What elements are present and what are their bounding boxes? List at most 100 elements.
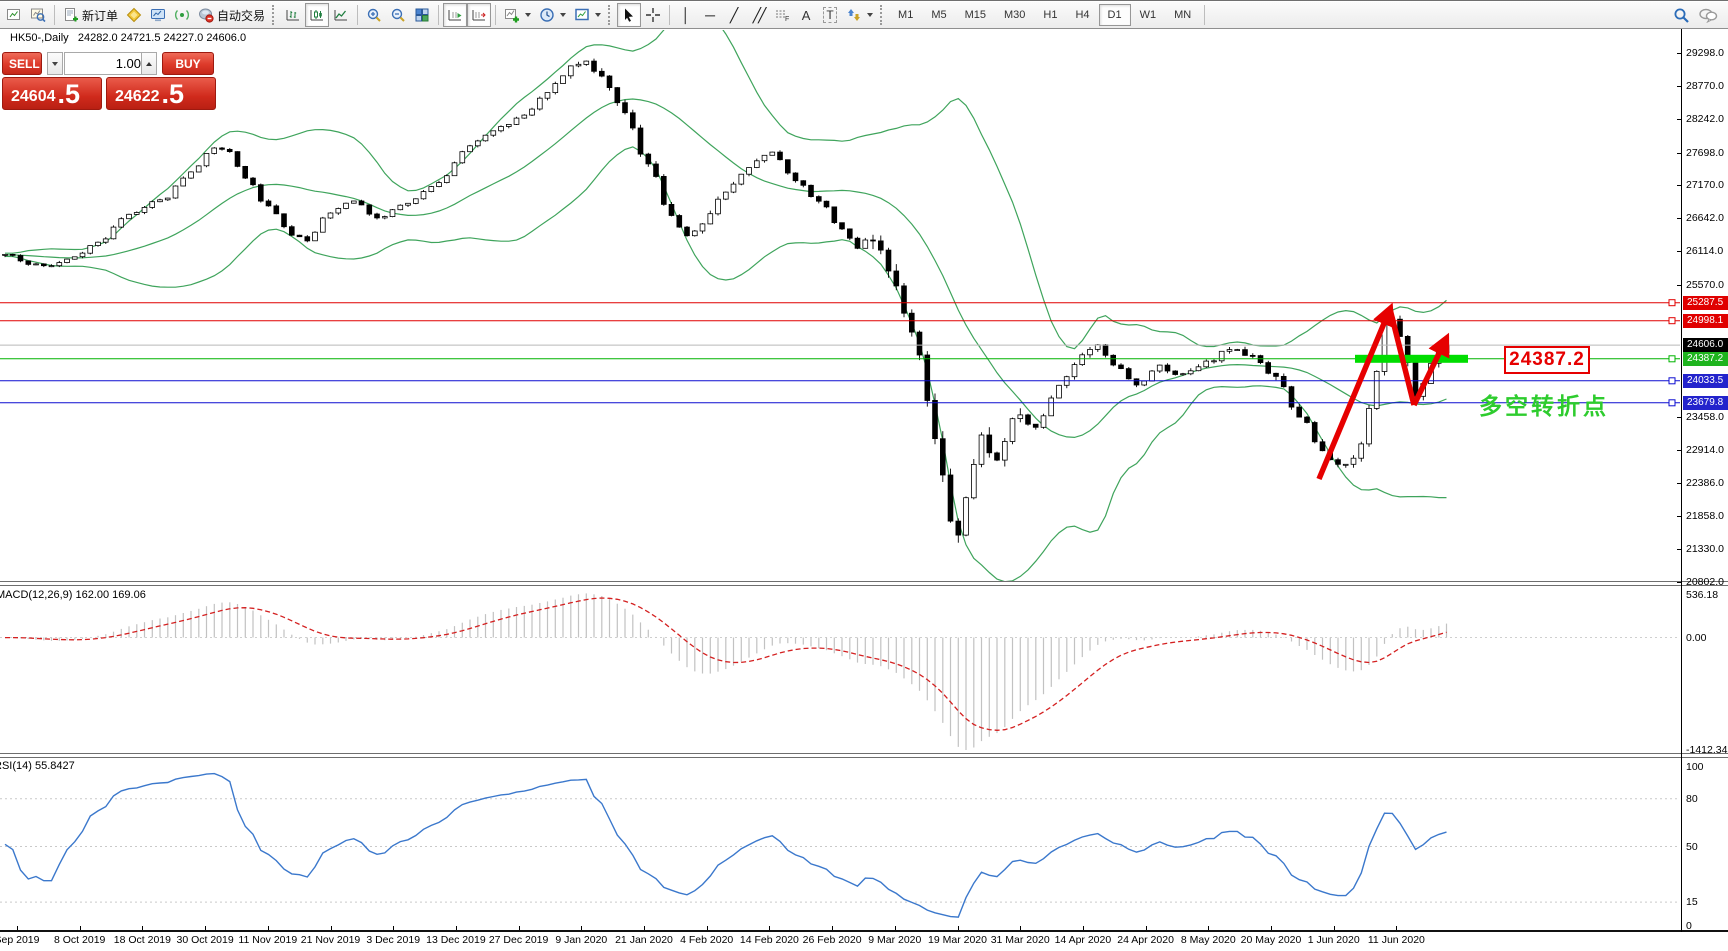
zoom-out-icon xyxy=(390,7,406,23)
date-tick-mark xyxy=(456,926,457,930)
timeframe-mn-button[interactable]: MN xyxy=(1165,4,1200,26)
periods-button[interactable] xyxy=(535,3,570,27)
timeframe-w1-button[interactable]: W1 xyxy=(1131,4,1166,26)
new-order-button[interactable]: 新订单 xyxy=(59,3,122,27)
zoom-in-button[interactable] xyxy=(362,3,386,27)
timeframe-h1-button[interactable]: H1 xyxy=(1034,4,1066,26)
chart-shift-button[interactable] xyxy=(467,3,491,27)
timeframe-m15-button[interactable]: M15 xyxy=(956,4,995,26)
price-level-tag: 23679.8 xyxy=(1683,396,1728,410)
timeframe-d1-button[interactable]: D1 xyxy=(1099,4,1131,26)
search-button[interactable] xyxy=(1669,3,1694,27)
buy-price-button[interactable]: 24622 .5 xyxy=(106,77,216,110)
shapes-button[interactable] xyxy=(842,3,877,27)
fibonacci-button[interactable]: F xyxy=(770,3,794,27)
price-tick-mark xyxy=(1677,185,1681,186)
bar-chart-button[interactable] xyxy=(281,3,305,27)
vertical-line-button[interactable]: │ xyxy=(674,3,698,27)
trendline-button[interactable]: ╱ xyxy=(722,3,746,27)
price-callout-box[interactable]: 24387.2 xyxy=(1504,346,1590,374)
annotation-note-text[interactable]: 多空转折点 xyxy=(1479,387,1609,421)
candlestick-chart-icon xyxy=(309,7,325,23)
date-tick-mark xyxy=(581,926,582,930)
strategy-tester-button[interactable] xyxy=(170,3,194,27)
price-tick-mark xyxy=(1677,53,1681,54)
terminal-button[interactable] xyxy=(146,3,170,27)
price-tick-label: 26114.0 xyxy=(1686,245,1723,257)
date-label: 11 Jun 2020 xyxy=(1368,934,1425,946)
new-order-label: 新订单 xyxy=(82,7,118,24)
sell-price-button[interactable]: 24604 .5 xyxy=(2,77,102,110)
timeframe-m1-button[interactable]: M1 xyxy=(889,4,922,26)
search-icon xyxy=(1673,7,1690,24)
volume-input[interactable] xyxy=(64,52,148,75)
autoscroll-icon xyxy=(447,7,463,23)
zoom-out-button[interactable] xyxy=(386,3,410,27)
channel-button[interactable]: ╱╱ xyxy=(746,3,770,27)
candlestick-chart-button[interactable] xyxy=(305,3,329,27)
shapes-arrows-icon xyxy=(846,7,862,23)
volume-increase-button[interactable] xyxy=(141,52,157,75)
price-tick-label: 22914.0 xyxy=(1686,444,1724,456)
date-tick-mark xyxy=(1271,926,1272,930)
price-tick-label: 28770.0 xyxy=(1686,80,1724,92)
fibonacci-icon: F xyxy=(774,7,790,23)
timeframe-m30-button[interactable]: M30 xyxy=(995,4,1034,26)
templates-button[interactable] xyxy=(570,3,605,27)
metaeditor-button[interactable] xyxy=(122,3,146,27)
price-tick-mark xyxy=(1677,417,1681,418)
date-label: 9 Mar 2020 xyxy=(868,934,921,946)
tile-windows-button[interactable] xyxy=(410,3,434,27)
price-tick-mark xyxy=(1677,582,1681,583)
price-level-tag: 24033.5 xyxy=(1683,374,1728,388)
rsi-panel-separator[interactable] xyxy=(0,753,1728,758)
line-chart-button[interactable] xyxy=(329,3,353,27)
date-tick-mark xyxy=(142,926,143,930)
price-tick-label: 21330.0 xyxy=(1686,543,1724,555)
date-label: Sep 2019 xyxy=(0,934,39,946)
vertical-line-icon: │ xyxy=(682,8,691,22)
volume-decrease-button[interactable] xyxy=(47,52,63,75)
templates-icon xyxy=(574,7,590,23)
profiles-button[interactable] xyxy=(26,3,50,27)
autotrading-icon xyxy=(198,7,214,23)
toolbar-separator xyxy=(495,5,496,25)
date-label: 13 Dec 2019 xyxy=(426,934,486,946)
timeframe-m5-button[interactable]: M5 xyxy=(922,4,955,26)
rsi-axis-label: 50 xyxy=(1686,841,1698,853)
new-order-icon xyxy=(63,7,79,23)
new-chart-button[interactable] xyxy=(2,3,26,27)
date-label: 14 Feb 2020 xyxy=(740,934,799,946)
periods-clock-icon xyxy=(539,7,555,23)
toolbar-right-group xyxy=(1669,3,1722,27)
macd-panel-separator[interactable] xyxy=(0,581,1728,586)
sell-price-main: 24604 xyxy=(11,86,56,108)
autotrading-label: 自动交易 xyxy=(217,7,265,24)
chart-shift-icon xyxy=(471,7,487,23)
rsi-axis-label: 80 xyxy=(1686,793,1698,805)
spin-up-icon xyxy=(146,62,152,66)
text-button[interactable]: A xyxy=(794,3,818,27)
indicators-button[interactable] xyxy=(500,3,535,27)
price-tick-mark xyxy=(1677,251,1681,252)
price-tick-label: 25570.0 xyxy=(1686,279,1724,291)
buy-button[interactable]: BUY xyxy=(162,52,214,75)
label-button[interactable]: T xyxy=(818,3,842,27)
crosshair-button[interactable] xyxy=(641,3,665,27)
autoscroll-button[interactable] xyxy=(443,3,467,27)
chat-button[interactable] xyxy=(1694,3,1722,27)
date-label: 11 Nov 2019 xyxy=(238,934,297,946)
autotrading-button[interactable]: 自动交易 xyxy=(194,3,269,27)
chart-canvas[interactable] xyxy=(0,29,1682,931)
date-tick-mark xyxy=(1208,926,1209,930)
timeframe-group: M1M5M15M30H1H4D1W1MN xyxy=(889,4,1200,26)
horizontal-line-button[interactable]: ─ xyxy=(698,3,722,27)
dropdown-caret xyxy=(525,13,531,17)
svg-text:F: F xyxy=(785,16,789,23)
price-tick-mark xyxy=(1677,483,1681,484)
cursor-button[interactable] xyxy=(617,3,641,27)
cursor-icon xyxy=(621,7,637,23)
date-tick-mark xyxy=(17,926,18,930)
sell-button[interactable]: SELL xyxy=(2,52,42,75)
timeframe-h4-button[interactable]: H4 xyxy=(1066,4,1098,26)
